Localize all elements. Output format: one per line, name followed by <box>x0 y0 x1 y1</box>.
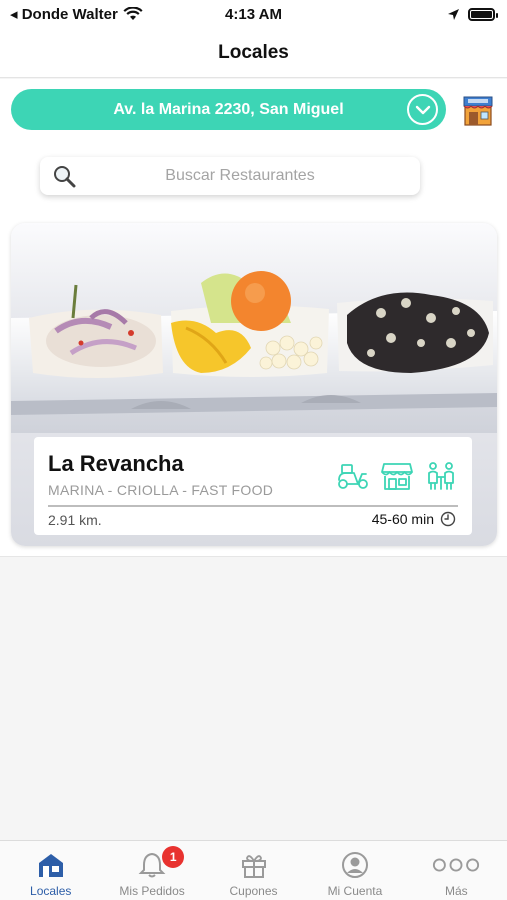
status-bar: ◂ Donde Walter 4:13 AM <box>0 0 507 28</box>
back-app-label[interactable]: ◂ Donde Walter <box>10 5 118 23</box>
address-selector[interactable]: Av. la Marina 2230, San Miguel <box>11 89 446 130</box>
tab-cupones[interactable]: Cupones <box>203 841 304 900</box>
search-bar[interactable] <box>40 157 420 195</box>
tab-mis-pedidos[interactable]: 1 Mis Pedidos <box>101 841 202 900</box>
notification-badge: 1 <box>162 846 185 868</box>
battery-icon <box>468 7 498 21</box>
more-icon <box>433 858 480 872</box>
tab-mi-cuenta[interactable]: Mi Cuenta <box>304 841 405 900</box>
delivery-eta: 45-60 min <box>372 511 456 527</box>
dine-in-people-icon <box>424 461 458 491</box>
search-input[interactable] <box>40 167 420 185</box>
service-icons <box>336 461 458 491</box>
delivery-scooter-icon <box>336 461 370 491</box>
restaurant-card[interactable]: La Revancha MARINA - CRIOLLA - FAST FOOD <box>11 223 497 546</box>
restaurant-categories: MARINA - CRIOLLA - FAST FOOD <box>48 482 274 498</box>
address-label: Av. la Marina 2230, San Miguel <box>113 100 344 118</box>
tab-label: Locales <box>30 884 72 898</box>
divider <box>48 505 458 507</box>
wifi-icon <box>123 7 143 20</box>
restaurant-info: La Revancha MARINA - CRIOLLA - FAST FOOD <box>34 437 472 535</box>
tab-label: Cupones <box>229 884 278 898</box>
clock-icon <box>440 511 456 527</box>
navigation-bar: Locales <box>0 28 507 78</box>
location-arrow-icon <box>448 8 459 20</box>
gift-icon <box>241 855 266 878</box>
page-title: Locales <box>218 41 289 63</box>
store-icon <box>38 854 63 877</box>
restaurant-list: La Revancha MARINA - CRIOLLA - FAST FOOD <box>0 215 507 557</box>
search-icon <box>54 166 76 188</box>
restaurant-name: La Revancha <box>48 451 184 476</box>
tab-label: Más <box>444 884 468 898</box>
user-icon <box>341 852 368 878</box>
back-to-app[interactable]: ◂ Donde Walter <box>10 5 143 23</box>
store-map-icon[interactable] <box>462 93 494 127</box>
restaurant-distance: 2.91 km. <box>48 512 102 528</box>
chevron-down-icon[interactable] <box>407 94 438 125</box>
storefront-icon <box>380 461 414 491</box>
restaurant-photo <box>11 223 497 433</box>
tab-mas[interactable]: Más <box>406 841 507 900</box>
header-area: Av. la Marina 2230, San Miguel <box>0 79 507 215</box>
tab-bar: Locales 1 Mis Pedidos Cupones Mi Cuenta <box>0 840 507 900</box>
eta-label: 45-60 min <box>371 511 434 527</box>
tab-label: Mi Cuenta <box>327 884 383 898</box>
tab-locales[interactable]: Locales <box>0 841 101 900</box>
tab-label: Mis Pedidos <box>119 884 185 898</box>
